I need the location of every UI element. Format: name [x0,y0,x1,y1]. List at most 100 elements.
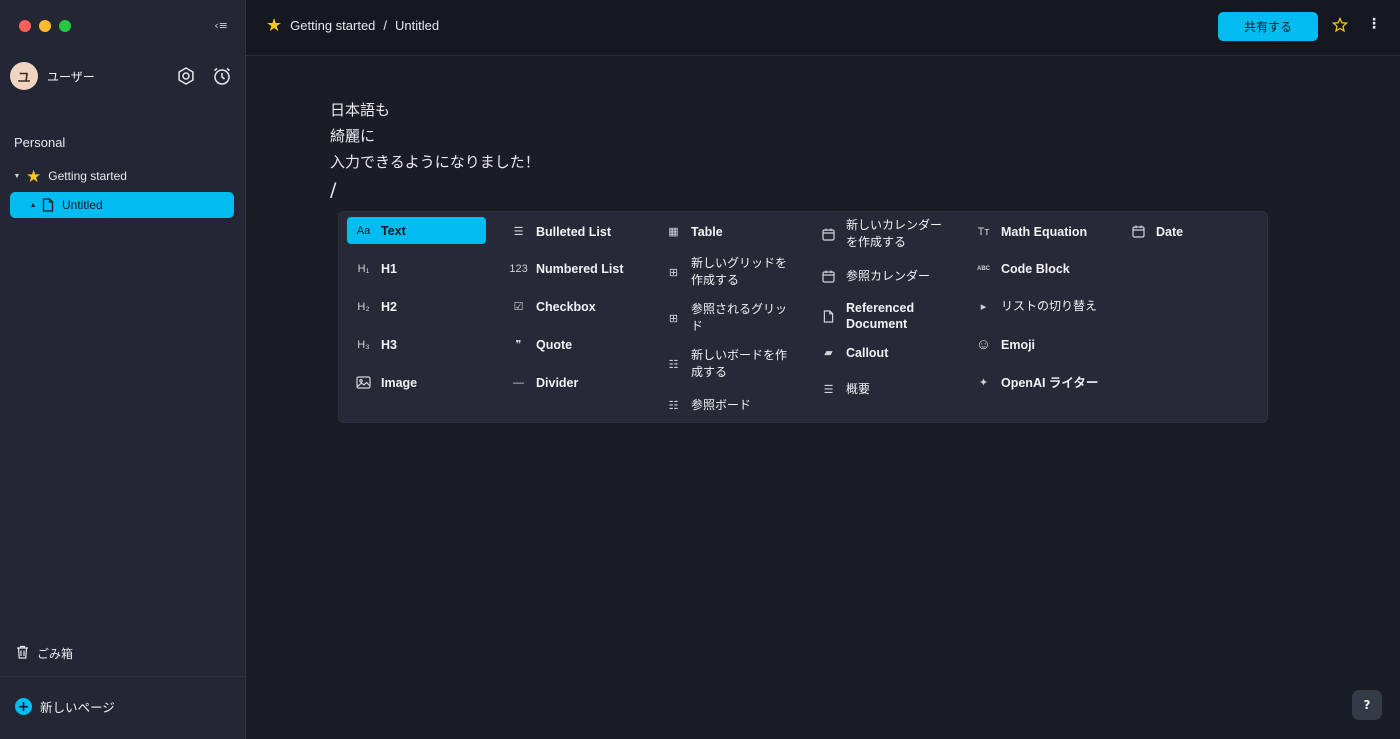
slash-command-input[interactable]: / [330,177,540,203]
heading2-icon: H₂ [357,300,370,313]
menu-item-label: H1 [381,261,397,276]
calendar-icon [820,268,837,285]
menu-item-referenced-grid[interactable]: ⊞ 参照されるグリッド [657,301,796,335]
menu-item-label: Code Block [1001,261,1070,276]
menu-item-h3[interactable]: H₃ H3 [347,336,486,353]
menu-item-referenced-board[interactable]: ☷ 参照ボード [657,397,796,414]
callout-icon: ▰ [824,347,833,359]
menu-item-date[interactable]: Date [1122,223,1261,240]
grid-icon: ⊞ [668,266,679,279]
trash-label: ごみ箱 [37,647,74,661]
close-window-button[interactable] [19,20,31,32]
menu-item-label: リストの切り替え [1001,299,1098,313]
menu-item-referenced-calendar[interactable]: 参照カレンダー [812,268,951,285]
menu-item-new-board[interactable]: ☷ 新しいボードを作成する [657,347,796,381]
document-editor[interactable]: 日本語も 綺麗に 入力できるようになりました！ / [330,97,540,203]
menu-item-table[interactable]: ▦ Table [657,223,796,240]
sidebar-item-getting-started[interactable]: ▼ ★ Getting started [10,163,234,189]
menu-item-new-grid[interactable]: ⊞ 新しいグリッドを作成する [657,255,796,289]
toggle-icon: ▸ [980,301,987,313]
menu-item-new-calendar[interactable]: 新しいカレンダーを作成する [812,217,951,251]
menu-item-label: Quote [536,337,573,352]
menu-item-label: Math Equation [1001,224,1088,239]
board-icon: ☷ [668,400,679,412]
plus-icon: + [15,698,32,715]
user-name: ユーザー [47,69,95,84]
quote-icon: ❞ [515,339,522,351]
menu-item-label: Bulleted List [536,224,612,239]
document-icon [42,198,54,212]
table-icon: ▦ [668,226,679,238]
document-icon [820,308,837,325]
menu-item-label: 参照カレンダー [846,269,931,283]
menu-item-label: H2 [381,299,397,314]
menu-item-h2[interactable]: H₂ H2 [347,298,486,315]
menu-item-label: H3 [381,337,397,352]
zoom-window-button[interactable] [59,20,71,32]
menu-item-label: 新しいグリッドを作成する [691,256,788,287]
menu-item-numbered-list[interactable]: 123 Numbered List [502,260,641,277]
sidebar-item-label: Getting started [48,169,127,183]
text-icon: Aa [356,224,371,237]
math-icon: Tт [977,225,990,238]
chevron-down-icon[interactable]: ▼ [10,173,24,180]
image-icon [355,374,372,391]
menu-item-text[interactable]: Aa Text [347,217,486,244]
slash-command-menu: Aa Text H₁ H1 H₂ H2 H₃ H3 Image ☰ Bullet… [338,211,1268,423]
star-emoji-icon: ★ [26,166,42,186]
breadcrumb-current[interactable]: Untitled [395,18,439,33]
trash-icon [16,645,29,662]
checkbox-icon: ☑ [513,301,524,313]
code-block-icon: ABC [977,265,990,272]
share-button[interactable]: 共有する [1218,12,1318,41]
help-button[interactable]: ? [1352,690,1382,720]
trash-link[interactable]: ごみ箱 [16,645,73,662]
menu-item-label: 新しいカレンダーを作成する [846,218,943,249]
sidebar-item-untitled[interactable]: ▲ Untitled [10,192,234,218]
menu-item-outline[interactable]: ☰ 概要 [812,381,951,398]
menu-item-math-equation[interactable]: Tт Math Equation [967,223,1106,240]
paragraph[interactable]: 日本語も [330,97,540,123]
menu-item-label: OpenAI ライター [1001,375,1099,390]
calendar-icon [820,226,837,243]
user-profile[interactable]: ユ ユーザー [10,62,95,90]
menu-item-h1[interactable]: H₁ H1 [347,260,486,277]
menu-item-checkbox[interactable]: ☑ Checkbox [502,298,641,315]
menu-item-emoji[interactable]: ☺ Emoji [967,336,1106,353]
outline-icon: ☰ [823,384,834,396]
paragraph[interactable]: 入力できるようになりました！ [330,149,540,175]
menu-item-toggle-list[interactable]: ▸ リストの切り替え [967,298,1106,315]
menu-item-divider[interactable]: — Divider [502,374,641,391]
more-options-icon[interactable]: ⋮ [1366,16,1382,32]
menu-item-label: Table [691,224,723,239]
ai-icon: ✦ [978,377,989,389]
menu-item-openai-writer[interactable]: ✦ OpenAI ライター [967,374,1106,391]
collapse-sidebar-icon[interactable]: ‹≡ [212,18,230,34]
divider [0,676,245,677]
menu-item-label: Text [381,223,406,238]
menu-item-referenced-document[interactable]: Referenced Document [812,300,951,332]
menu-item-bulleted-list[interactable]: ☰ Bulleted List [502,223,641,240]
minimize-window-button[interactable] [39,20,51,32]
menu-item-label: 概要 [846,382,871,396]
heading1-icon: H₁ [357,262,370,275]
breadcrumb-parent[interactable]: Getting started [290,18,375,33]
new-page-button[interactable]: + 新しいページ [15,697,115,716]
star-emoji-icon: ★ [266,15,283,35]
sidebar-item-label: Untitled [62,198,103,212]
menu-item-label: Callout [846,345,889,360]
divider-icon: — [513,376,524,389]
favorite-star-icon[interactable] [1331,16,1349,37]
menu-item-code-block[interactable]: ABC Code Block [967,260,1106,277]
app-window: ‹≡ ユ ユーザー Personal ▼ ★ Getting started ▲… [0,0,1400,739]
alarm-clock-icon[interactable] [212,66,232,86]
menu-item-quote[interactable]: ❞ Quote [502,336,641,353]
menu-item-label: Emoji [1001,337,1036,352]
menu-item-callout[interactable]: ▰ Callout [812,344,951,361]
paragraph[interactable]: 綺麗に [330,123,540,149]
menu-item-label: Numbered List [536,261,624,276]
menu-item-image[interactable]: Image [347,374,486,391]
settings-icon[interactable] [176,66,196,86]
sidebar: ‹≡ ユ ユーザー Personal ▼ ★ Getting started ▲… [0,0,246,739]
chevron-up-icon[interactable]: ▲ [26,202,40,209]
